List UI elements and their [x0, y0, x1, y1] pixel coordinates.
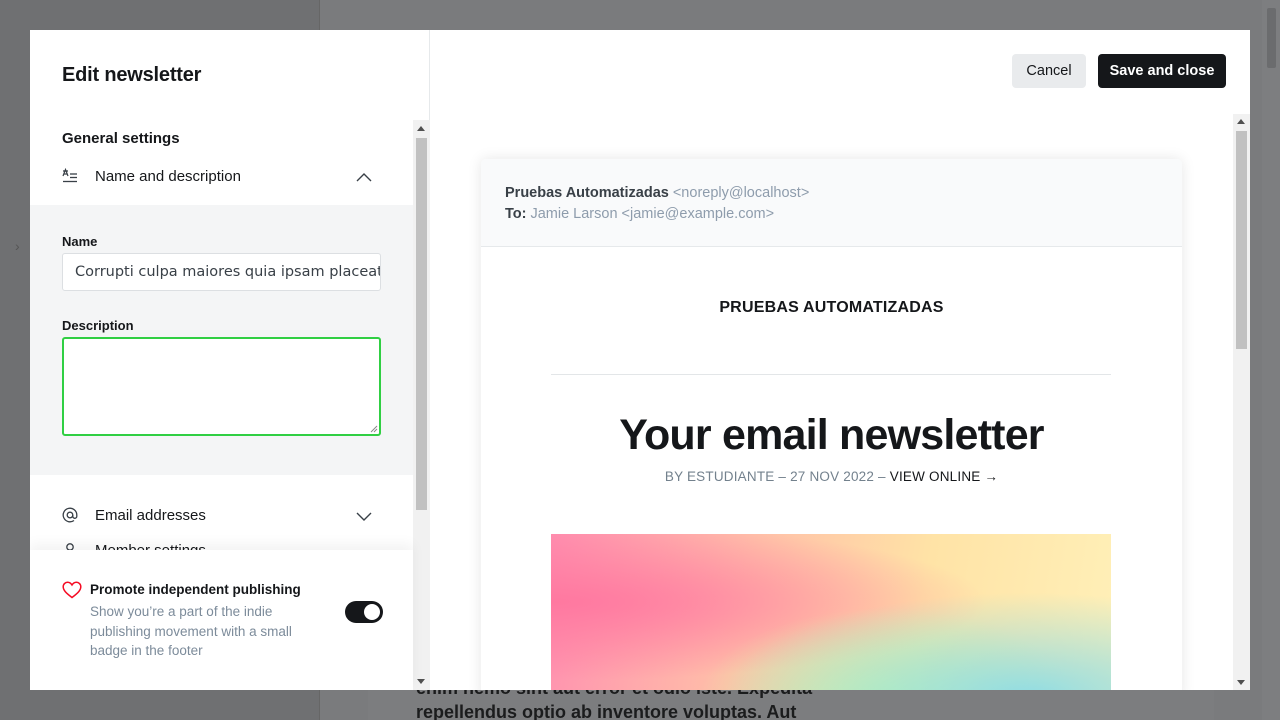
- cancel-button[interactable]: Cancel: [1012, 54, 1086, 88]
- settings-panel: Edit newsletter General settings Name an…: [30, 30, 430, 690]
- background-scrollbar: [1262, 0, 1280, 720]
- email-preview: Pruebas Automatizadas <noreply@localhost>…: [481, 159, 1182, 690]
- to-line: To: Jamie Larson <jamie@example.com>: [505, 206, 774, 222]
- promote-publishing-toggle[interactable]: [345, 601, 383, 623]
- save-and-close-button[interactable]: Save and close: [1098, 54, 1226, 88]
- chevron-right-icon: ›: [15, 238, 20, 254]
- edit-newsletter-modal: Edit newsletter General settings Name an…: [30, 30, 1250, 690]
- heart-icon: [62, 581, 82, 599]
- from-name: Pruebas Automatizadas: [505, 185, 669, 201]
- feature-image: [551, 534, 1111, 690]
- preview-panel: Cancel Save and close Pruebas Automatiza…: [431, 30, 1250, 690]
- byline: BY ESTUDIANTE – 27 NOV 2022 – VIEW ONLINE…: [481, 469, 1182, 484]
- scroll-up-arrow-icon[interactable]: [417, 126, 425, 131]
- section-title: General settings: [62, 130, 180, 147]
- scroll-down-arrow-icon[interactable]: [417, 679, 425, 684]
- name-label: Name: [62, 234, 98, 249]
- from-address: <noreply@localhost>: [672, 185, 810, 201]
- toggle-knob: [364, 604, 380, 620]
- divider: [551, 374, 1111, 375]
- view-online-link[interactable]: VIEW ONLINE →: [890, 469, 998, 484]
- accordion-label: Email addresses: [95, 507, 206, 524]
- text-align-icon: [62, 168, 77, 183]
- email-header: Pruebas Automatizadas <noreply@localhost>…: [481, 159, 1182, 247]
- scroll-up-arrow-icon[interactable]: [1237, 119, 1245, 124]
- post-title: Your email newsletter: [619, 411, 1044, 459]
- name-input[interactable]: Corrupti culpa maiores quia ipsam placea…: [62, 253, 381, 291]
- to-label: To:: [505, 206, 527, 222]
- to-value: Jamie Larson <jamie@example.com>: [530, 206, 775, 222]
- scroll-down-arrow-icon[interactable]: [1237, 680, 1245, 685]
- accordion-name-and-description[interactable]: Name and description: [30, 158, 413, 198]
- scrollbar-thumb[interactable]: [1236, 131, 1247, 349]
- from-line: Pruebas Automatizadas <noreply@localhost>: [505, 185, 809, 201]
- accordion-email-addresses[interactable]: Email addresses: [30, 497, 413, 537]
- promo-description: Show you’re a part of the indie publishi…: [90, 604, 292, 658]
- settings-scrollbar[interactable]: [413, 120, 430, 690]
- accordion-body-name-and-description: Name Corrupti culpa maiores quia ipsam p…: [30, 205, 413, 475]
- site-name: PRUEBAS AUTOMATIZADAS: [719, 299, 944, 316]
- preview-scrollbar[interactable]: [1233, 114, 1250, 690]
- description-textarea[interactable]: [62, 337, 381, 436]
- description-label: Description: [62, 318, 134, 333]
- byline-text: BY ESTUDIANTE – 27 NOV 2022 –: [664, 469, 886, 484]
- chevron-down-icon: [356, 512, 372, 521]
- promo-title: Promote independent publishing: [90, 582, 301, 597]
- resize-grip-icon[interactable]: [370, 425, 378, 433]
- accordion-label: Name and description: [95, 168, 241, 185]
- scrollbar-thumb[interactable]: [416, 138, 427, 510]
- promote-publishing-section: Promote independent publishing Show you’…: [30, 550, 413, 690]
- modal-title: Edit newsletter: [62, 64, 202, 86]
- at-sign-icon: [62, 507, 78, 523]
- chevron-up-icon: [356, 173, 372, 182]
